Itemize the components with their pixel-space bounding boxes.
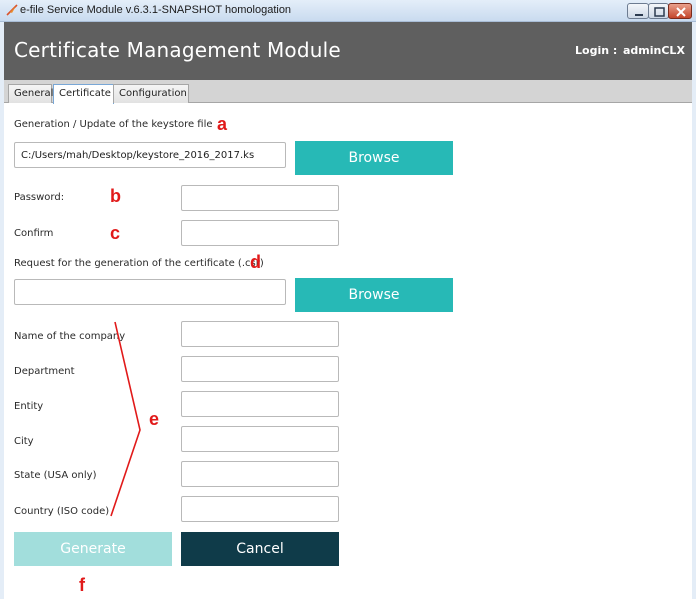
country-input[interactable] [181, 496, 339, 522]
keystore-label: Generation / Update of the keystore file [14, 119, 213, 130]
window-titlebar: e-file Service Module v.6.3.1-SNAPSHOT h… [0, 0, 696, 22]
annotation-e: e [149, 409, 160, 429]
entity-label: Entity [14, 401, 44, 412]
app-content: Certificate Management Module Login : ad… [4, 22, 692, 599]
csr-browse-button[interactable]: Browse [295, 278, 453, 312]
country-label: Country (ISO code) [14, 506, 110, 517]
generate-button[interactable]: Generate [14, 532, 172, 566]
csr-label: Request for the generation of the certif… [14, 258, 264, 269]
tab-configuration[interactable]: Configuration [113, 84, 189, 103]
csr-path-input[interactable] [14, 279, 286, 305]
annotation-f: f [79, 575, 85, 595]
city-input[interactable] [181, 426, 339, 452]
keystore-browse-button[interactable]: Browse [295, 141, 453, 175]
state-input[interactable] [181, 461, 339, 487]
state-label: State (USA only) [14, 470, 97, 481]
maximize-icon [654, 7, 665, 17]
tab-certificate[interactable]: Certificate [53, 84, 114, 104]
password-label: Password: [14, 192, 65, 203]
company-input[interactable] [181, 321, 339, 347]
minimize-icon [635, 14, 643, 16]
annotation-b: b [110, 186, 121, 206]
cancel-button[interactable]: Cancel [181, 532, 339, 566]
feather-icon [6, 4, 18, 16]
password-input[interactable] [181, 185, 339, 211]
annotation-d: d [250, 252, 261, 272]
page-title: Certificate Management Module [14, 38, 341, 62]
confirm-label: Confirm [14, 228, 54, 239]
confirm-password-input[interactable] [181, 220, 339, 246]
close-icon [676, 7, 686, 17]
maximize-button[interactable] [648, 3, 669, 19]
app-header: Certificate Management Module Login : ad… [4, 22, 692, 80]
keystore-path-input[interactable]: C:/Users/mah/Desktop/keystore_2016_2017.… [14, 142, 286, 168]
tab-general[interactable]: General [8, 84, 53, 103]
city-label: City [14, 436, 34, 447]
login-label: Login : [575, 44, 618, 57]
annotation-a: a [217, 114, 228, 134]
department-label: Department [14, 366, 75, 377]
login-user: adminCLX [623, 44, 685, 57]
tab-bar: General Certificate Configuration [4, 80, 692, 104]
close-button[interactable] [668, 3, 692, 19]
entity-input[interactable] [181, 391, 339, 417]
window-title: e-file Service Module v.6.3.1-SNAPSHOT h… [20, 4, 292, 16]
annotation-c: c [110, 223, 121, 243]
department-input[interactable] [181, 356, 339, 382]
minimize-button[interactable] [627, 3, 649, 19]
